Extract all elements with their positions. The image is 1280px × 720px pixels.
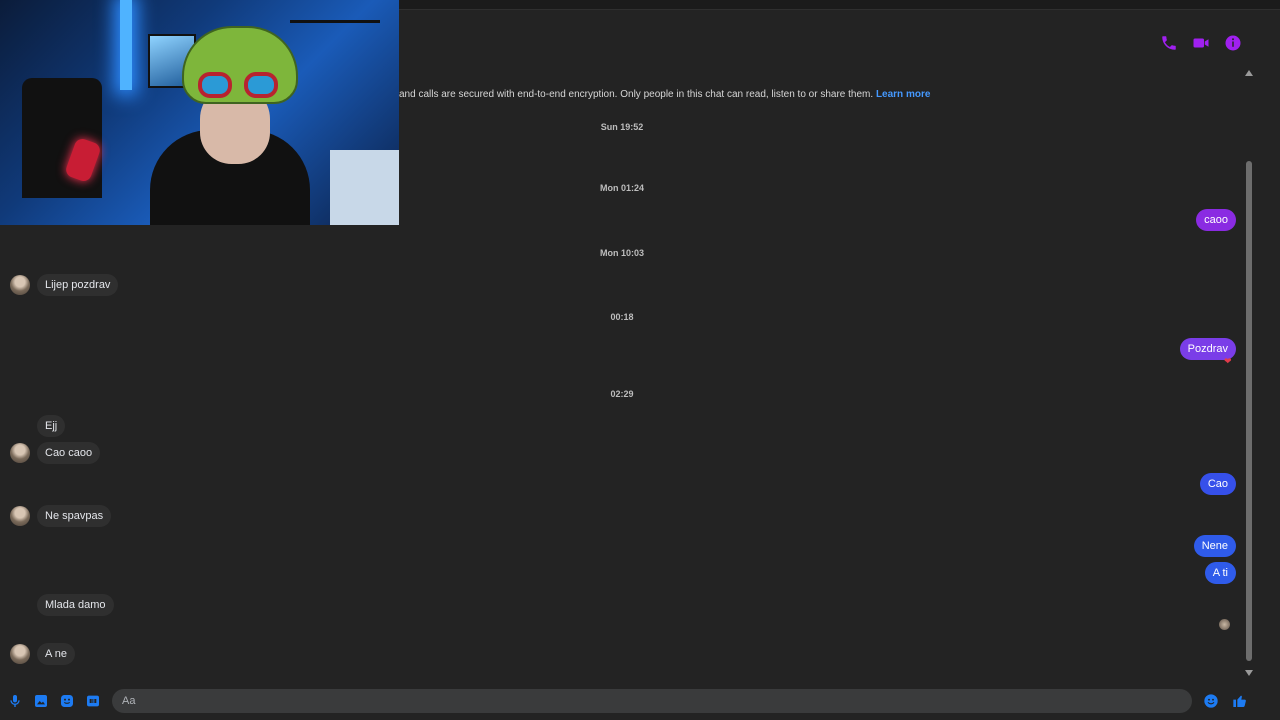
learn-more-link[interactable]: Learn more: [876, 89, 930, 100]
message-input[interactable]: [112, 689, 1192, 713]
avatar[interactable]: [10, 506, 30, 526]
outgoing-message[interactable]: A ti: [1204, 562, 1236, 584]
goggle-right: [244, 72, 278, 98]
goggle-left: [198, 72, 232, 98]
chat-header-actions: [1160, 34, 1242, 52]
video-icon[interactable]: [1192, 34, 1210, 52]
timestamp: 00:18: [610, 312, 634, 322]
timestamp: 02:29: [610, 389, 634, 399]
outgoing-message[interactable]: caoo: [1196, 209, 1236, 231]
thumbs-up-icon[interactable]: [1232, 693, 1248, 709]
sticker-icon[interactable]: [59, 693, 75, 709]
green-hat: [182, 26, 298, 104]
led-strip: [120, 0, 132, 90]
wall-decoration: [290, 20, 380, 23]
incoming-message[interactable]: Ne spavpas: [37, 505, 112, 527]
scrollbar-thumb[interactable]: [1246, 161, 1252, 661]
timestamp: Mon 01:24: [599, 183, 644, 193]
gaming-chair: [22, 78, 102, 198]
seen-indicator-avatar: [1219, 619, 1230, 630]
timestamp: Sun 19:52: [600, 122, 644, 132]
avatar[interactable]: [10, 443, 30, 463]
heart-reaction-icon[interactable]: ❤: [1224, 356, 1232, 367]
chat-scrollbar[interactable]: [1244, 68, 1254, 678]
outgoing-message[interactable]: Cao: [1199, 473, 1236, 495]
timestamp: Mon 10:03: [599, 248, 644, 258]
incoming-message[interactable]: Lijep pozdrav: [37, 274, 119, 296]
avatar[interactable]: [10, 275, 30, 295]
avatar[interactable]: [10, 644, 30, 664]
info-icon[interactable]: [1224, 34, 1242, 52]
background-desk: [330, 150, 399, 225]
encryption-text: and calls are secured with end-to-end en…: [399, 89, 874, 100]
incoming-message[interactable]: Mlada damo: [37, 594, 114, 616]
scroll-down-arrow-icon[interactable]: [1245, 670, 1253, 676]
incoming-message[interactable]: Ejj: [37, 415, 66, 437]
message-composer: [0, 684, 1280, 720]
incoming-message[interactable]: Cao caoo: [37, 442, 101, 464]
image-icon[interactable]: [33, 693, 49, 709]
scroll-up-arrow-icon[interactable]: [1245, 70, 1253, 76]
encryption-notice: and calls are secured with end-to-end en…: [399, 89, 930, 100]
emoji-icon[interactable]: [1203, 693, 1219, 709]
microphone-icon[interactable]: [7, 693, 23, 709]
phone-icon[interactable]: [1160, 34, 1178, 52]
incoming-message[interactable]: A ne: [37, 643, 76, 665]
webcam-overlay: [0, 0, 399, 225]
gif-icon[interactable]: [85, 693, 101, 709]
outgoing-message[interactable]: Nene: [1193, 535, 1236, 557]
